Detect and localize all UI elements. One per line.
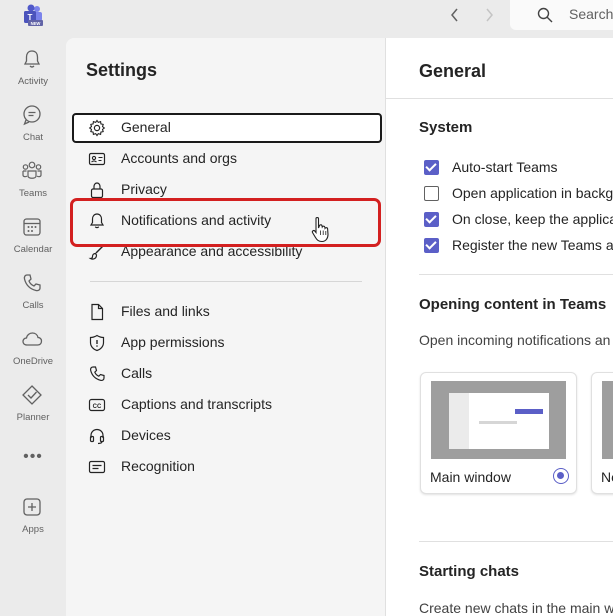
settings-item-accounts[interactable]: Accounts and orgs [72, 144, 382, 174]
lock-icon [90, 182, 104, 199]
register-teams-checkbox-row[interactable]: Register the new Teams as [424, 236, 613, 256]
search-placeholder: Search [569, 6, 613, 22]
rail-item-planner[interactable]: Planner [0, 384, 66, 434]
hand-pointer-cursor-icon [311, 217, 329, 243]
open-background-checkbox-row[interactable]: Open application in backg [424, 184, 613, 204]
general-settings-pane: General System Auto-start Teams Open app… [385, 38, 613, 616]
opening-content-section-title: Opening content in Teams [419, 296, 607, 313]
add-apps-icon [23, 498, 41, 516]
chevron-right-icon [486, 8, 493, 22]
planner-icon [22, 385, 42, 405]
forward-button[interactable] [478, 6, 500, 28]
settings-item-recognition[interactable]: Recognition [72, 452, 382, 482]
headset-icon [89, 428, 105, 445]
search-input[interactable]: Search [510, 0, 613, 30]
rail-item-calls[interactable]: Calls [0, 272, 66, 322]
teams-icon [22, 161, 42, 179]
calendar-icon [23, 218, 41, 236]
open-background-checkbox[interactable] [424, 186, 439, 201]
settings-item-calls[interactable]: Calls [72, 359, 382, 389]
phone-icon [89, 366, 105, 382]
settings-item-files[interactable]: Files and links [72, 297, 382, 327]
settings-divider [90, 281, 362, 282]
back-button[interactable] [444, 6, 466, 28]
register-teams-checkbox[interactable] [424, 238, 439, 253]
starting-chats-description: Create new chats in the main wi [419, 600, 613, 616]
teams-logo-icon: T NEW [24, 4, 43, 26]
app-rail: Activity Chat Teams Calendar Calls OneDr… [0, 38, 66, 616]
section-divider [419, 541, 613, 542]
svg-text:NEW: NEW [31, 21, 41, 26]
rail-item-activity[interactable]: Activity [0, 48, 66, 98]
more-apps-button[interactable]: ••• [0, 448, 66, 466]
cloud-icon [22, 332, 43, 346]
settings-item-devices[interactable]: Devices [72, 421, 382, 451]
main-window-preview [431, 381, 566, 459]
more-icon: ••• [23, 448, 43, 465]
system-section-title: System [419, 119, 473, 136]
main-window-radio[interactable] [553, 468, 569, 484]
main-window-label: Main window [430, 469, 511, 485]
highlight-annotation-box [70, 198, 381, 247]
chat-icon [23, 105, 41, 126]
shield-icon [89, 334, 105, 352]
rail-item-apps[interactable]: Apps [0, 496, 66, 546]
id-card-icon [88, 152, 106, 166]
settings-item-general[interactable]: General [72, 113, 382, 143]
file-icon [91, 303, 104, 321]
settings-item-captions[interactable]: CC Captions and transcripts [72, 390, 382, 420]
opening-content-description: Open incoming notifications an [419, 332, 611, 348]
phone-icon [23, 274, 41, 292]
main-window-option-card[interactable]: Main window [420, 372, 577, 494]
chevron-left-icon [451, 8, 458, 22]
rail-item-teams[interactable]: Teams [0, 160, 66, 210]
auto-start-checkbox-row[interactable]: Auto-start Teams [424, 158, 613, 178]
rail-item-onedrive[interactable]: OneDrive [0, 328, 66, 378]
rail-item-calendar[interactable]: Calendar [0, 216, 66, 266]
page-title: General [419, 61, 487, 81]
cc-icon: CC [88, 398, 106, 412]
main-header: General [386, 38, 613, 99]
settings-title: Settings [86, 60, 158, 80]
svg-text:CC: CC [93, 404, 102, 410]
new-window-label: Ne [601, 469, 613, 485]
rail-item-chat[interactable]: Chat [0, 104, 66, 154]
new-window-option-card[interactable]: Ne [591, 372, 613, 494]
keep-running-checkbox-row[interactable]: On close, keep the applica [424, 210, 613, 230]
settings-pane: Settings General Accounts and orgs Priva… [66, 38, 385, 616]
keep-running-checkbox[interactable] [424, 212, 439, 227]
auto-start-checkbox[interactable] [424, 160, 439, 175]
section-divider [419, 274, 613, 275]
starting-chats-section-title: Starting chats [419, 563, 520, 580]
gear-icon [88, 119, 106, 137]
search-icon [537, 7, 553, 23]
new-window-preview [602, 381, 613, 459]
recognition-icon [88, 460, 106, 474]
settings-item-app-permissions[interactable]: App permissions [72, 328, 382, 358]
bell-icon [23, 50, 41, 68]
title-bar: T NEW Search [0, 0, 613, 38]
